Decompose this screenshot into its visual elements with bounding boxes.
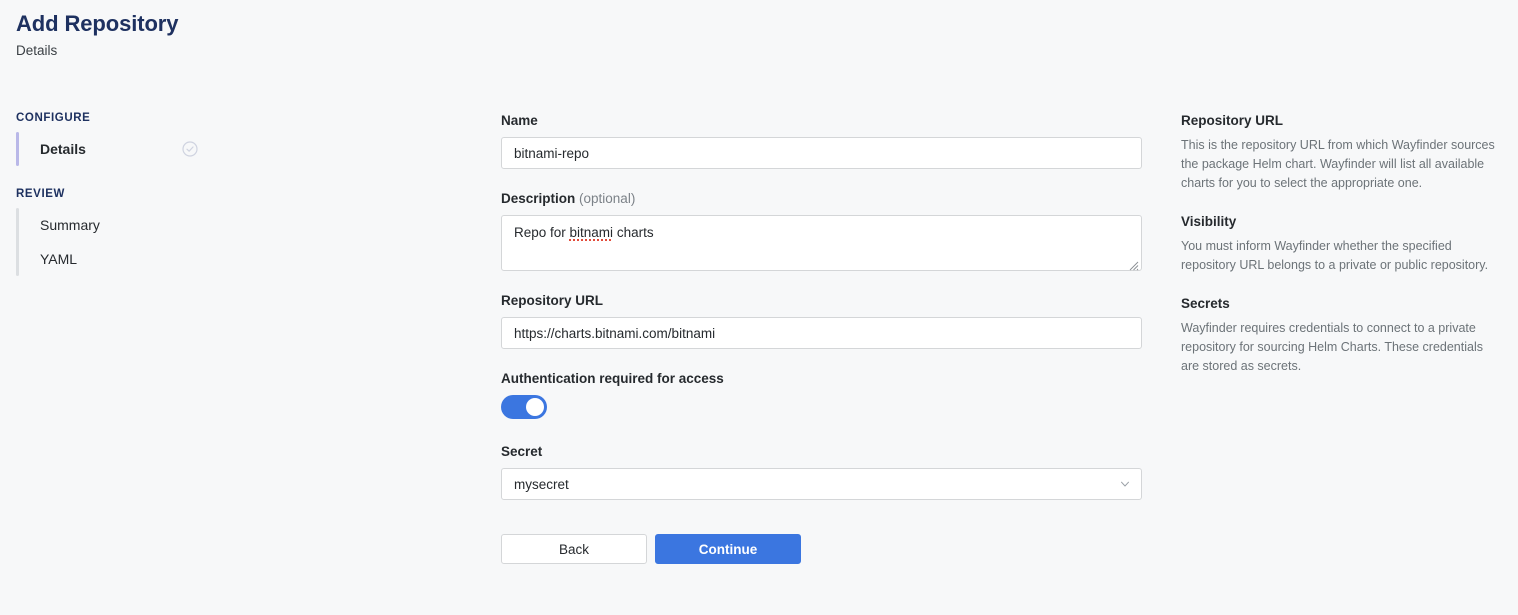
description-textarea-wrap: Repo for bitnami charts bbox=[501, 215, 1142, 271]
sidebar-item-yaml-label: YAML bbox=[40, 251, 78, 267]
repository-url-label: Repository URL bbox=[501, 293, 604, 308]
back-button[interactable]: Back bbox=[501, 534, 647, 564]
add-repository-form: Name Description (optional) Repo for bit… bbox=[501, 112, 1142, 564]
page-subtitle: Details bbox=[16, 43, 58, 58]
toggle-knob bbox=[526, 398, 544, 416]
description-label: Description (optional) bbox=[501, 190, 1142, 207]
name-input[interactable] bbox=[501, 137, 1142, 169]
page-header: Add Repository Details bbox=[16, 10, 178, 60]
help-body-visibility: You must inform Wayfinder whether the sp… bbox=[1181, 239, 1489, 272]
form-actions: Back Continue bbox=[501, 534, 1142, 564]
field-name: Name bbox=[501, 112, 1142, 169]
sidebar-item-summary[interactable]: Summary bbox=[16, 208, 246, 242]
authentication-toggle[interactable] bbox=[501, 395, 547, 419]
description-text-before: Repo for bbox=[514, 225, 570, 240]
help-section-visibility: Visibility You must inform Wayfinder whe… bbox=[1181, 213, 1503, 275]
repository-url-input[interactable] bbox=[501, 317, 1142, 349]
stepper-group-review-label: REVIEW bbox=[16, 188, 65, 200]
help-panel: Repository URL This is the repository UR… bbox=[1181, 112, 1503, 396]
help-title-secrets: Secrets bbox=[1181, 296, 1230, 311]
stepper-group-configure-label: CONFIGURE bbox=[16, 112, 91, 124]
wizard-stepper: CONFIGURE Details REVIEW Summary YAML bbox=[16, 112, 246, 276]
field-description: Description (optional) Repo for bitnami … bbox=[501, 190, 1142, 271]
sidebar-item-details[interactable]: Details bbox=[16, 132, 246, 166]
field-repository-url: Repository URL bbox=[501, 292, 1142, 349]
chevron-down-icon[interactable] bbox=[1119, 478, 1131, 490]
secret-select-wrap: mysecret bbox=[501, 468, 1142, 500]
stepper-group-configure: CONFIGURE Details bbox=[16, 112, 246, 166]
page-title: Add Repository bbox=[16, 11, 179, 36]
textarea-resize-handle[interactable] bbox=[1129, 258, 1139, 271]
description-optional-tag: (optional) bbox=[579, 191, 636, 206]
description-text-misspelled: bitnami bbox=[569, 225, 614, 240]
field-authentication: Authentication required for access bbox=[501, 370, 1142, 419]
sidebar-item-details-label: Details bbox=[40, 141, 86, 157]
description-label-text: Description bbox=[501, 191, 576, 206]
field-secret: Secret mysecret bbox=[501, 443, 1142, 500]
sidebar-item-yaml[interactable]: YAML bbox=[16, 242, 246, 276]
secret-select-value: mysecret bbox=[514, 476, 569, 492]
stepper-review-list: Summary YAML bbox=[16, 208, 246, 276]
help-body-repository-url: This is the repository URL from which Wa… bbox=[1181, 138, 1495, 190]
help-title-repository-url: Repository URL bbox=[1181, 113, 1284, 128]
authentication-label: Authentication required for access bbox=[501, 371, 724, 386]
description-text-after: charts bbox=[613, 225, 654, 240]
name-label: Name bbox=[501, 113, 538, 128]
secret-label: Secret bbox=[501, 444, 543, 459]
sidebar-item-summary-label: Summary bbox=[40, 217, 100, 233]
secret-select[interactable]: mysecret bbox=[501, 468, 1142, 500]
stepper-configure-list: Details bbox=[16, 132, 246, 166]
continue-button[interactable]: Continue bbox=[655, 534, 801, 564]
check-circle-icon bbox=[182, 141, 198, 157]
stepper-group-review: REVIEW Summary YAML bbox=[16, 188, 246, 276]
description-textarea[interactable]: Repo for bitnami charts bbox=[501, 215, 1142, 271]
help-section-secrets: Secrets Wayfinder requires credentials t… bbox=[1181, 295, 1503, 376]
help-body-secrets: Wayfinder requires credentials to connec… bbox=[1181, 321, 1483, 373]
help-section-repository-url: Repository URL This is the repository UR… bbox=[1181, 112, 1503, 193]
help-title-visibility: Visibility bbox=[1181, 214, 1237, 229]
